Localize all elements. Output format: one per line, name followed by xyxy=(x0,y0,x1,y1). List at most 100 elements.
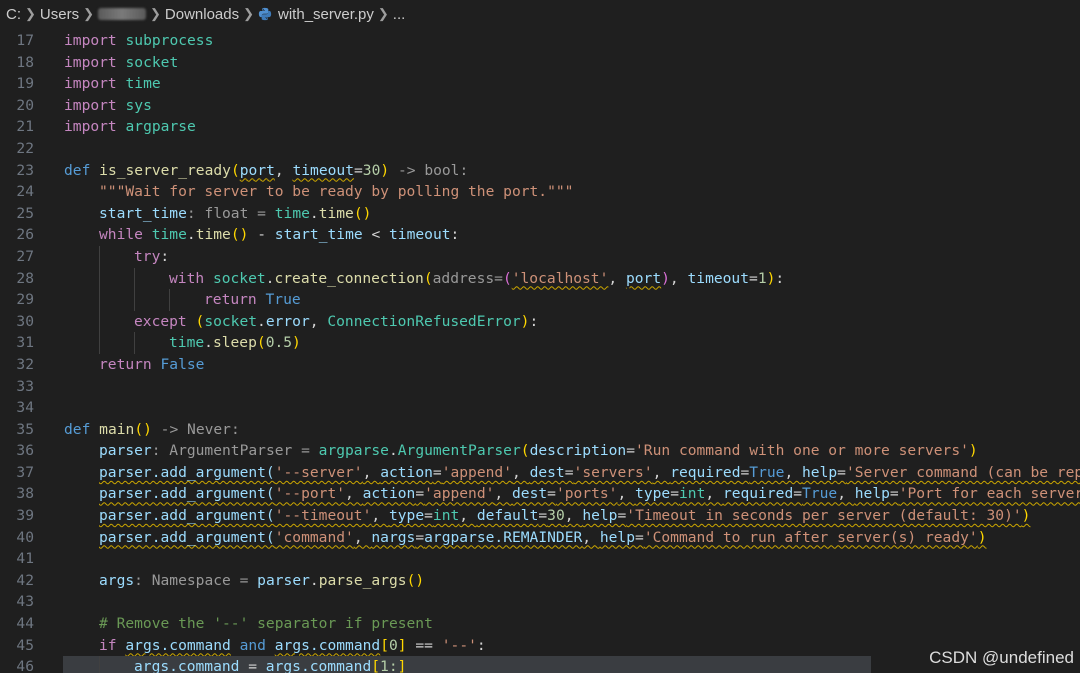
code-line[interactable]: 18 import socket xyxy=(0,52,1080,74)
code-line[interactable]: 30 except (socket.error, ConnectionRefuse… xyxy=(0,310,1080,333)
breadcrumb-file[interactable]: with_server.py xyxy=(278,6,374,23)
code-token: is_server_ready xyxy=(99,161,231,179)
code-token: help xyxy=(802,463,838,481)
code-line[interactable]: 40 parser.add_argument('command', nargs=a… xyxy=(0,527,1080,549)
code-editor[interactable]: 17 import subprocess 18 import socket 19 impo… xyxy=(0,30,1080,673)
indent-guide xyxy=(99,310,100,333)
code-token: and xyxy=(239,636,266,654)
code-line[interactable]: 42 args: Namespace = parser.parse_args() xyxy=(0,570,1080,592)
code-token: = xyxy=(626,442,636,460)
code-token: args.command xyxy=(265,658,372,673)
code-line[interactable]: 36 parser: ArgumentParser = argparse.Argu… xyxy=(0,440,1080,462)
code-line[interactable]: 24 """Wait for server to be ready by poll… xyxy=(0,181,1080,203)
code-token: dest xyxy=(529,463,565,481)
line-number: 17 xyxy=(16,32,34,49)
code-token: import xyxy=(64,32,117,49)
code-token: # Remove the '--' separator if present xyxy=(99,615,433,633)
code-token: time xyxy=(318,204,354,222)
code-token: = xyxy=(354,161,363,179)
code-token: parser.add_argument( xyxy=(99,485,275,503)
code-token: dest xyxy=(512,485,548,503)
code-token: ) xyxy=(661,269,670,287)
code-line[interactable]: 29 return True xyxy=(0,289,1080,311)
code-line[interactable]: 19 import time xyxy=(0,73,1080,95)
code-text: parser.add_argument('command', nargs=arg… xyxy=(99,527,986,549)
indent-guide xyxy=(99,267,100,290)
code-token: < xyxy=(362,226,390,244)
code-token: action xyxy=(380,463,433,481)
code-text: parser.add_argument('--server', action='… xyxy=(99,462,1080,484)
code-token: False xyxy=(160,355,205,373)
code-token: port xyxy=(625,269,662,287)
code-text: import sys xyxy=(64,95,152,117)
line-number: 21 xyxy=(16,118,34,136)
chevron-right-icon: ❯ xyxy=(377,6,389,21)
code-line[interactable]: 21 import argparse xyxy=(0,116,1080,138)
indent-guide xyxy=(99,289,100,311)
indent-guide xyxy=(134,267,135,290)
code-line[interactable]: 44 # Remove the '--' separator if present xyxy=(0,613,1080,635)
code-line[interactable]: 41 xyxy=(0,548,1080,570)
code-line[interactable]: 20 import sys xyxy=(0,95,1080,117)
breadcrumb-users[interactable]: Users xyxy=(40,6,79,23)
code-token: time xyxy=(151,226,187,244)
code-token: 1 xyxy=(757,269,767,287)
code-line[interactable]: 39 parser.add_argument('--timeout', type=… xyxy=(0,505,1080,527)
code-token: 'Command to run after server(s) ready' xyxy=(643,528,978,546)
code-token: ) xyxy=(380,161,390,179)
code-line[interactable]: 34 xyxy=(0,397,1080,419)
line-number: 46 xyxy=(16,658,34,673)
code-line[interactable]: 33 xyxy=(0,376,1080,398)
breadcrumb-drive[interactable]: C: xyxy=(6,6,21,23)
code-line[interactable]: 38 parser.add_argument('--port', action='… xyxy=(0,483,1080,505)
redacted-username[interactable] xyxy=(97,8,146,20)
code-token: parser.add_argument( xyxy=(99,528,275,546)
code-token: = xyxy=(837,463,846,481)
code-token: ] xyxy=(397,658,407,673)
code-line[interactable]: 46 args.command = args.command[1:] xyxy=(0,656,1080,673)
code-token: int xyxy=(679,485,706,503)
code-token: -> bool: xyxy=(389,161,469,179)
code-line[interactable]: 25 start_time: float = time.time() xyxy=(0,203,1080,225)
breadcrumb-more[interactable]: ... xyxy=(393,6,406,23)
code-token: = xyxy=(239,658,266,673)
code-token: : xyxy=(160,247,170,265)
code-token: error xyxy=(265,312,310,330)
line-number: 39 xyxy=(16,507,34,525)
code-token: 'append' xyxy=(424,485,495,503)
code-token: = xyxy=(538,507,548,525)
code-token: = xyxy=(740,463,750,481)
line-number: 33 xyxy=(16,377,34,395)
code-line[interactable]: 37 parser.add_argument('--server', action… xyxy=(0,462,1080,484)
code-token: '--' xyxy=(441,636,477,654)
code-line[interactable]: 17 import subprocess xyxy=(0,30,1080,52)
code-token: ArgumentParser xyxy=(397,442,521,460)
code-token: args xyxy=(99,571,135,589)
code-token: """Wait for server to be ready by pollin… xyxy=(99,183,574,201)
code-token: 'localhost' xyxy=(511,269,609,287)
code-line[interactable]: 26 while time.time() - start_time < timeo… xyxy=(0,224,1080,246)
code-line[interactable]: 43 xyxy=(0,591,1080,613)
code-token: time xyxy=(274,204,310,222)
code-token: parser xyxy=(257,571,310,589)
code-line[interactable]: 28 with socket.create_connection(address=… xyxy=(0,267,1080,290)
code-line[interactable]: 32 return False xyxy=(0,354,1080,376)
code-text: parser: ArgumentParser = argparse.Argume… xyxy=(99,440,978,462)
code-line[interactable]: 35 def main() -> Never: xyxy=(0,419,1080,441)
code-token: ( xyxy=(256,334,266,352)
line-number: 37 xyxy=(16,463,34,481)
code-token: socket xyxy=(204,312,258,330)
line-number: 40 xyxy=(16,528,34,546)
watermark: CSDN @undefined xyxy=(929,648,1074,667)
breadcrumb-downloads[interactable]: Downloads xyxy=(165,6,239,23)
code-line[interactable]: 31 time.sleep(0.5) xyxy=(0,332,1080,354)
code-line[interactable]: 22 xyxy=(0,138,1080,160)
code-line[interactable]: 23 def is_server_ready(port, timeout=30) … xyxy=(0,160,1080,182)
code-line[interactable]: 27 try: xyxy=(0,245,1080,268)
code-token: time xyxy=(169,334,205,352)
code-line[interactable]: 45 if args.command and args.command[0] ==… xyxy=(0,635,1080,657)
